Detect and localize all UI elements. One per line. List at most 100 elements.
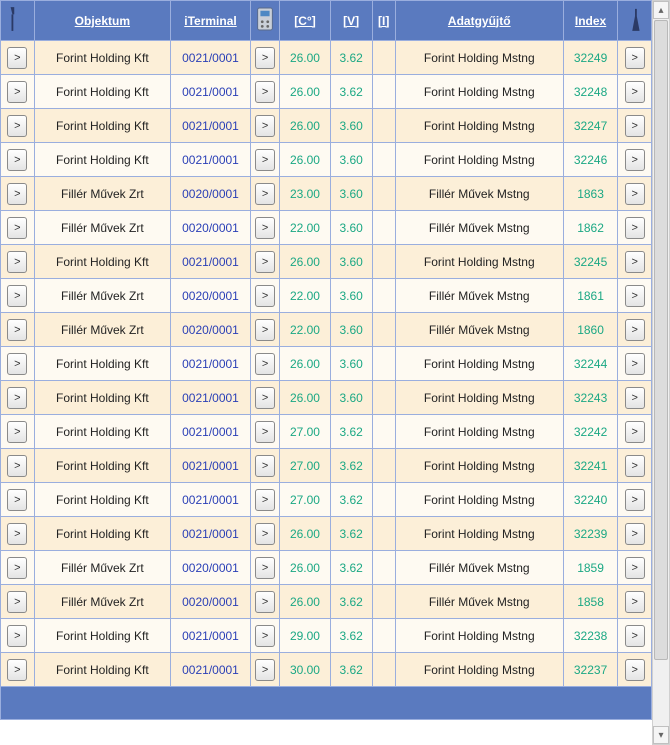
index-link[interactable]: 1861 [577,289,604,303]
index-link[interactable]: 1858 [577,595,604,609]
iterminal-link[interactable]: 0020/0001 [182,221,239,235]
index-link[interactable]: 32242 [574,425,607,439]
index-link[interactable]: 32248 [574,85,607,99]
iterminal-link[interactable]: 0021/0001 [182,493,239,507]
terminal-go-button[interactable]: > [255,319,275,341]
header-adatgyujto-link[interactable]: Adatgyűjtő [448,14,511,28]
object-go-button[interactable]: > [7,489,27,511]
object-go-button[interactable]: > [7,591,27,613]
object-go-button[interactable]: > [7,625,27,647]
index-link[interactable]: 32247 [574,119,607,133]
object-go-button[interactable]: > [7,251,27,273]
header-current[interactable]: [I] [372,1,395,41]
header-object-icon[interactable] [1,1,35,41]
object-go-button[interactable]: > [7,557,27,579]
terminal-go-button[interactable]: > [255,217,275,239]
header-voltage-link[interactable]: [V] [343,14,359,28]
collector-go-button[interactable]: > [625,81,645,103]
index-link[interactable]: 1860 [577,323,604,337]
collector-go-button[interactable]: > [625,285,645,307]
header-terminal-icon[interactable] [250,1,279,41]
object-go-button[interactable]: > [7,285,27,307]
header-collector-icon[interactable] [618,1,652,41]
collector-go-button[interactable]: > [625,455,645,477]
index-link[interactable]: 1863 [577,187,604,201]
scrollbar-thumb[interactable] [654,20,668,660]
object-go-button[interactable]: > [7,353,27,375]
index-link[interactable]: 32245 [574,255,607,269]
terminal-go-button[interactable]: > [255,659,275,681]
object-go-button[interactable]: > [7,421,27,443]
object-go-button[interactable]: > [7,455,27,477]
object-go-button[interactable]: > [7,115,27,137]
index-link[interactable]: 32238 [574,629,607,643]
terminal-go-button[interactable]: > [255,489,275,511]
header-voltage[interactable]: [V] [330,1,372,41]
index-link[interactable]: 32244 [574,357,607,371]
header-current-link[interactable]: [I] [378,14,389,28]
index-link[interactable]: 32237 [574,663,607,677]
iterminal-link[interactable]: 0021/0001 [182,663,239,677]
terminal-go-button[interactable]: > [255,285,275,307]
iterminal-link[interactable]: 0021/0001 [182,85,239,99]
header-adatgyujto[interactable]: Adatgyűjtő [395,1,563,41]
header-objektum-link[interactable]: Objektum [75,14,130,28]
index-link[interactable]: 32240 [574,493,607,507]
iterminal-link[interactable]: 0020/0001 [182,595,239,609]
iterminal-link[interactable]: 0021/0001 [182,527,239,541]
terminal-go-button[interactable]: > [255,115,275,137]
terminal-go-button[interactable]: > [255,421,275,443]
object-go-button[interactable]: > [7,523,27,545]
vertical-scrollbar[interactable]: ▴ ▾ [652,0,670,745]
collector-go-button[interactable]: > [625,319,645,341]
object-go-button[interactable]: > [7,183,27,205]
collector-go-button[interactable]: > [625,625,645,647]
header-iterminal-link[interactable]: iTerminal [184,14,236,28]
collector-go-button[interactable]: > [625,659,645,681]
collector-go-button[interactable]: > [625,115,645,137]
index-link[interactable]: 32246 [574,153,607,167]
iterminal-link[interactable]: 0021/0001 [182,51,239,65]
collector-go-button[interactable]: > [625,251,645,273]
terminal-go-button[interactable]: > [255,557,275,579]
scroll-up-button[interactable]: ▴ [653,1,669,19]
object-go-button[interactable]: > [7,81,27,103]
iterminal-link[interactable]: 0021/0001 [182,255,239,269]
terminal-go-button[interactable]: > [255,149,275,171]
collector-go-button[interactable]: > [625,591,645,613]
iterminal-link[interactable]: 0020/0001 [182,323,239,337]
iterminal-link[interactable]: 0021/0001 [182,153,239,167]
header-index-link[interactable]: Index [575,14,606,28]
terminal-go-button[interactable]: > [255,353,275,375]
iterminal-link[interactable]: 0020/0001 [182,561,239,575]
index-link[interactable]: 32249 [574,51,607,65]
collector-go-button[interactable]: > [625,149,645,171]
object-go-button[interactable]: > [7,659,27,681]
index-link[interactable]: 32239 [574,527,607,541]
collector-go-button[interactable]: > [625,387,645,409]
terminal-go-button[interactable]: > [255,47,275,69]
collector-go-button[interactable]: > [625,523,645,545]
header-temperature[interactable]: [C°] [280,1,330,41]
terminal-go-button[interactable]: > [255,251,275,273]
terminal-go-button[interactable]: > [255,81,275,103]
index-link[interactable]: 32241 [574,459,607,473]
header-objektum[interactable]: Objektum [34,1,171,41]
header-index[interactable]: Index [563,1,618,41]
index-link[interactable]: 32243 [574,391,607,405]
terminal-go-button[interactable]: > [255,455,275,477]
iterminal-link[interactable]: 0021/0001 [182,425,239,439]
iterminal-link[interactable]: 0020/0001 [182,289,239,303]
collector-go-button[interactable]: > [625,217,645,239]
iterminal-link[interactable]: 0021/0001 [182,357,239,371]
terminal-go-button[interactable]: > [255,523,275,545]
object-go-button[interactable]: > [7,47,27,69]
terminal-go-button[interactable]: > [255,591,275,613]
index-link[interactable]: 1859 [577,561,604,575]
iterminal-link[interactable]: 0021/0001 [182,629,239,643]
collector-go-button[interactable]: > [625,47,645,69]
scroll-down-button[interactable]: ▾ [653,726,669,744]
collector-go-button[interactable]: > [625,557,645,579]
object-go-button[interactable]: > [7,319,27,341]
iterminal-link[interactable]: 0020/0001 [182,187,239,201]
